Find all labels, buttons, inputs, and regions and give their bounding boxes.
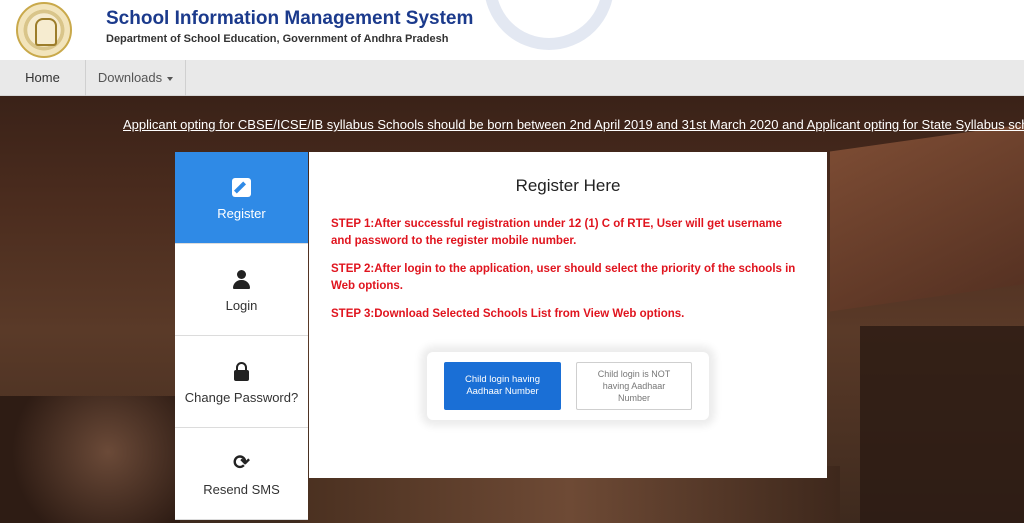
sidebar-item-change-password[interactable]: Change Password? [175,336,308,428]
decorative-ring [484,0,614,50]
lock-icon [232,362,251,381]
background-shape [0,396,180,523]
sidebar: Register Login Change Password? ⟳ Resend… [175,152,308,520]
sidebar-item-register[interactable]: Register [175,152,308,244]
sidebar-item-login[interactable]: Login [175,244,308,336]
background-shape [860,326,1024,523]
child-login-without-aadhaar-button[interactable]: Child login is NOT having Aadhaar Number [576,362,692,410]
sidebar-item-label: Register [217,206,266,221]
login-options-card: Child login having Aadhaar Number Child … [427,352,709,420]
pencil-square-icon [232,178,251,197]
caret-down-icon [167,76,174,81]
nav-home[interactable]: Home [0,60,86,96]
register-panel: Register Here STEP 1:After successful re… [309,152,827,478]
sidebar-item-resend-sms[interactable]: ⟳ Resend SMS [175,428,308,520]
nav-downloads-dropdown[interactable]: Downloads [86,60,186,96]
government-emblem-logo [16,2,72,58]
site-header: School Information Management System Dep… [0,0,1024,60]
background-shape [830,120,1024,312]
nav-downloads-label: Downloads [97,70,163,85]
sidebar-item-label: Change Password? [184,390,299,405]
step-3-text: STEP 3:Download Selected Schools List fr… [331,308,685,320]
site-subtitle: Department of School Education, Governme… [106,33,449,45]
site-title: School Information Management System [106,8,474,29]
step-1-text: STEP 1:After successful registration und… [331,218,782,247]
notice-marquee-link[interactable]: Applicant opting for CBSE/ICSE/IB syllab… [123,117,1024,132]
child-login-with-aadhaar-button[interactable]: Child login having Aadhaar Number [444,362,561,410]
refresh-icon: ⟳ [233,452,250,474]
navbar: Home Downloads [0,60,1024,96]
step-2-text: STEP 2:After login to the application, u… [331,263,796,292]
sidebar-item-label: Resend SMS [203,482,280,497]
panel-title: Register Here [515,176,621,195]
sidebar-item-label: Login [225,298,258,313]
user-icon [232,270,251,289]
